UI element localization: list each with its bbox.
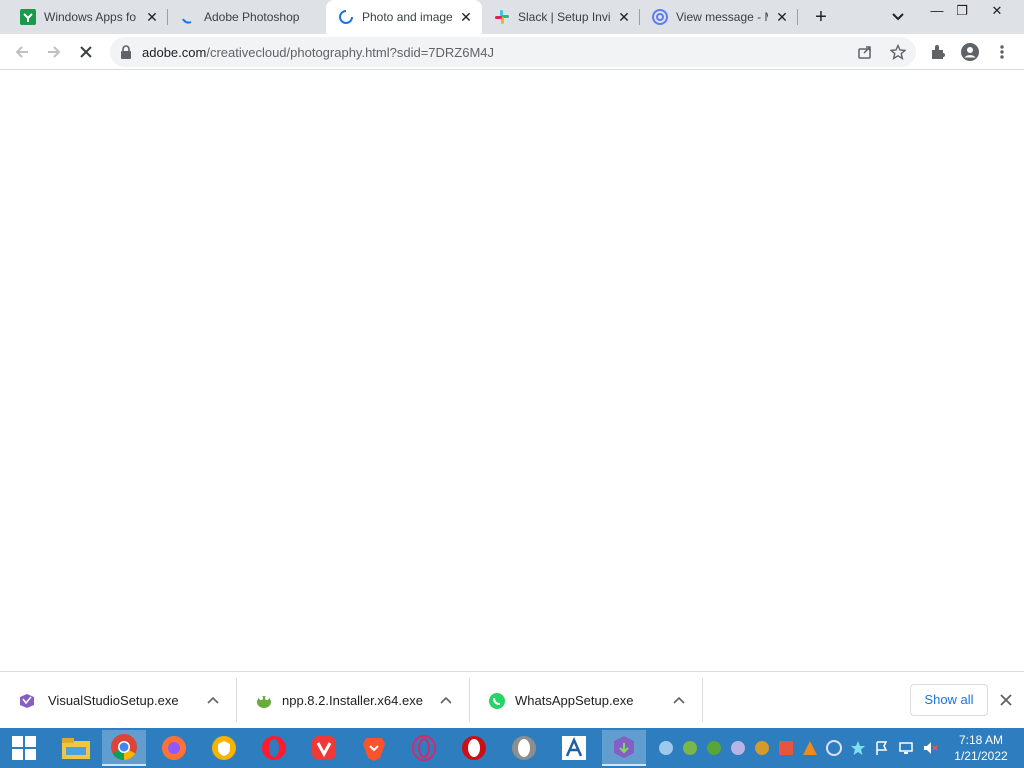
opera-beta-icon[interactable] (502, 730, 546, 766)
back-button[interactable] (8, 38, 36, 66)
stop-loading-button[interactable] (72, 38, 100, 66)
taskbar-clock[interactable]: 7:18 AM 1/21/2022 (946, 732, 1016, 764)
page-content (0, 71, 1024, 671)
uptodown-icon (20, 9, 36, 25)
profile-avatar-icon[interactable] (960, 42, 980, 62)
download-filename: npp.8.2.Installer.x64.exe (282, 693, 423, 708)
tab-slack-setup[interactable]: Slack | Setup Invit ✕ (482, 0, 640, 34)
address-bar[interactable]: adobe.com/creativecloud/photography.html… (110, 37, 916, 67)
more-menu-icon[interactable] (992, 42, 1012, 62)
slack-icon (494, 9, 510, 25)
url-host: adobe.com (142, 45, 207, 60)
start-button[interactable] (2, 730, 46, 766)
windows-taskbar: 7:18 AM 1/21/2022 (0, 728, 1024, 768)
browser-tray-icon[interactable] (730, 740, 746, 756)
download-item[interactable]: npp.8.2.Installer.x64.exe (237, 678, 470, 722)
tab-adobe-photoshop[interactable]: Adobe Photoshop (168, 0, 326, 34)
tab-separator (797, 9, 798, 25)
download-filename: VisualStudioSetup.exe (48, 693, 179, 708)
settings-tray-icon[interactable] (754, 740, 770, 756)
tab-windows-apps[interactable]: Windows Apps fo ✕ (8, 0, 168, 34)
chevron-up-icon[interactable] (203, 690, 223, 710)
utorrent-icon[interactable] (706, 740, 722, 756)
chrome-icon[interactable] (102, 730, 146, 766)
url-path: /creativecloud/photography.html?sdid=7DR… (206, 45, 495, 60)
notepad-plus-plus-icon (255, 692, 273, 710)
show-all-button[interactable]: Show all (910, 684, 988, 716)
close-tab-icon[interactable]: ✕ (774, 9, 790, 25)
download-shelf: VisualStudioSetup.exe npp.8.2.Installer.… (0, 671, 1024, 728)
close-shelf-icon[interactable] (996, 690, 1016, 710)
opera-icon[interactable] (452, 730, 496, 766)
clock-date: 1/21/2022 (954, 749, 1008, 763)
tab-title: Windows Apps fo (44, 10, 137, 24)
close-tab-icon[interactable]: ✕ (616, 9, 632, 25)
star-tray-icon[interactable] (850, 740, 866, 756)
whatsapp-icon (488, 692, 506, 710)
color-tray-icon[interactable] (778, 740, 794, 756)
windows-logo-icon (12, 736, 36, 760)
tab-search-chevron-icon[interactable] (888, 8, 908, 26)
tab-photo-and-image[interactable]: Photo and image ✕ (326, 0, 482, 34)
close-window-button[interactable]: ✕ (980, 0, 1014, 22)
arrow-left-icon (15, 46, 28, 58)
bookmark-star-icon[interactable] (889, 43, 907, 61)
share-icon[interactable] (856, 43, 874, 61)
volume-muted-icon[interactable] (922, 740, 938, 756)
file-explorer-icon[interactable] (54, 730, 98, 766)
tab-strip: Windows Apps fo ✕ Adobe Photoshop Photo … (0, 0, 1024, 34)
vlc-icon[interactable] (802, 740, 818, 756)
download-filename: WhatsAppSetup.exe (515, 693, 634, 708)
skype-icon[interactable] (658, 740, 674, 756)
opera-icon[interactable] (252, 730, 296, 766)
tab-title: Adobe Photoshop (204, 10, 300, 24)
utorrent-icon[interactable] (682, 740, 698, 756)
flag-icon[interactable] (874, 740, 890, 756)
clock-time: 7:18 AM (958, 733, 1004, 747)
browser-toolbar: adobe.com/creativecloud/photography.html… (0, 34, 1024, 70)
visual-studio-icon (18, 692, 36, 710)
restore-button[interactable]: ❐ (945, 0, 979, 22)
forward-button[interactable] (40, 38, 68, 66)
close-icon (80, 46, 92, 58)
firefox-icon[interactable] (152, 730, 196, 766)
network-icon[interactable] (898, 740, 914, 756)
close-tab-icon[interactable]: ✕ (458, 9, 474, 25)
tab-title: View message - M (676, 10, 768, 24)
download-item[interactable]: WhatsAppSetup.exe (470, 678, 703, 722)
tab-title: Photo and image (362, 10, 452, 24)
at-sign-tray-icon[interactable] (826, 740, 842, 756)
tab-view-message[interactable]: View message - M ✕ (640, 0, 798, 34)
vivaldi-icon[interactable] (302, 730, 346, 766)
opera-gx-icon[interactable] (402, 730, 446, 766)
download-item[interactable]: VisualStudioSetup.exe (0, 678, 237, 722)
extensions-puzzle-icon[interactable] (928, 42, 948, 62)
close-tab-icon[interactable]: ✕ (144, 9, 160, 25)
lock-icon (120, 45, 132, 59)
new-tab-button[interactable]: + (808, 5, 834, 29)
url-text: adobe.com/creativecloud/photography.html… (142, 45, 494, 60)
chevron-up-icon[interactable] (669, 690, 689, 710)
at-sign-icon (652, 9, 668, 25)
visual-studio-installer-icon[interactable] (602, 730, 646, 766)
chevron-up-icon[interactable] (436, 690, 456, 710)
spinner-icon (338, 9, 354, 25)
arc-launcher-icon[interactable] (552, 730, 596, 766)
browser-shield-icon[interactable] (202, 730, 246, 766)
arrow-right-icon (48, 46, 61, 58)
download-separator (702, 678, 703, 722)
tab-title: Slack | Setup Invit (518, 10, 610, 24)
loading-icon (180, 9, 196, 25)
brave-icon[interactable] (352, 730, 396, 766)
